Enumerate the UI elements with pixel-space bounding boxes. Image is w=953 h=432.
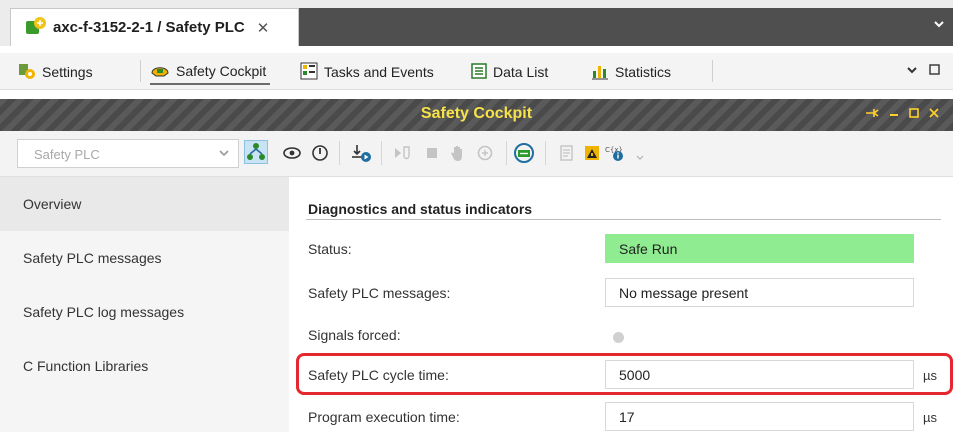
maximize-icon[interactable] (908, 107, 920, 122)
signals-forced-label: Signals forced: (308, 327, 401, 343)
tab-settings[interactable]: Settings (18, 59, 93, 85)
tab-data-list-label: Data List (493, 64, 549, 80)
execution-time-value: 17 (605, 402, 914, 431)
status-value: Safe Run (605, 234, 914, 263)
tab-overflow-bar (299, 8, 953, 46)
cockpit-header: Safety Cockpit (0, 99, 953, 131)
editor-tab[interactable]: axc-f-3152-2-1 / Safety PLC ✕ (10, 8, 299, 46)
tab-tasks-label: Tasks and Events (324, 64, 434, 80)
editor-tab-title: axc-f-3152-2-1 / Safety PLC (53, 19, 245, 36)
tab-statistics[interactable]: Statistics (591, 59, 671, 85)
power-icon[interactable] (308, 141, 332, 165)
cockpit-toolbar: Safety PLC C{x} (0, 131, 953, 177)
start-icon (391, 141, 415, 165)
cockpit-title: Safety Cockpit (420, 105, 533, 122)
safety-project-icon[interactable] (580, 141, 604, 165)
toolbar-divider (381, 141, 382, 165)
document-icon (555, 141, 579, 165)
tab-tasks-and-events[interactable]: Tasks and Events (300, 59, 434, 85)
cycle-time-unit: µs (923, 368, 937, 383)
section-title: Diagnostics and status indicators (308, 201, 533, 217)
close-icon[interactable] (928, 107, 940, 122)
diagnostics-panel: Diagnostics and status indicators Status… (289, 177, 953, 432)
nav-item-safety-plc-messages[interactable]: Safety PLC messages (0, 231, 289, 285)
tasks-icon (300, 62, 318, 83)
plc-device-icon (25, 16, 47, 39)
tab-divider (712, 60, 713, 82)
execution-time-label: Program execution time: (308, 409, 460, 425)
plc-selector[interactable]: Safety PLC (17, 139, 239, 168)
network-connect-icon[interactable] (244, 140, 268, 164)
hand-icon (446, 141, 470, 165)
sub-editor-tabs: Settings Safety Cockpit Tasks and Events (0, 53, 953, 90)
chevron-down-icon[interactable] (933, 16, 945, 32)
tab-statistics-label: Statistics (615, 64, 672, 80)
editor-tab-strip: axc-f-3152-2-1 / Safety PLC ✕ (0, 0, 953, 46)
settings-icon (18, 62, 36, 83)
toolbar-divider (506, 141, 507, 165)
cycle-time-value: 5000 (605, 360, 914, 389)
nav-item-safety-plc-log-messages[interactable]: Safety PLC log messages (0, 285, 289, 339)
plc-selector-value: Safety PLC (34, 147, 100, 162)
status-label: Status: (308, 241, 352, 257)
maximize-icon[interactable] (929, 63, 940, 78)
tab-safety-cockpit[interactable]: Safety Cockpit (150, 59, 271, 85)
tab-data-list[interactable]: Data List (471, 59, 548, 85)
messages-label: Safety PLC messages: (308, 285, 451, 301)
section-divider (306, 219, 941, 220)
close-icon[interactable]: ✕ (257, 19, 270, 37)
cycle-time-label: Safety PLC cycle time: (308, 367, 449, 383)
eye-icon[interactable] (280, 141, 304, 165)
statistics-icon (591, 62, 609, 83)
nav-item-overview[interactable]: Overview (0, 177, 289, 231)
tab-settings-label: Settings (42, 64, 93, 80)
chevron-down-icon (218, 146, 230, 161)
c-library-info-icon[interactable]: C{x} (604, 141, 628, 165)
chevron-down-icon[interactable] (906, 63, 918, 78)
execution-time-unit: µs (923, 410, 937, 425)
reset-icon (473, 141, 497, 165)
minimize-icon[interactable] (888, 107, 900, 122)
stop-icon (420, 141, 444, 165)
toolbar-overflow-icon[interactable] (628, 145, 652, 169)
toolbar-divider (339, 141, 340, 165)
nav-item-c-function-libraries[interactable]: C Function Libraries (0, 339, 289, 393)
data-list-icon (471, 62, 487, 82)
cockpit-navigation: Overview Safety PLC messages Safety PLC … (0, 177, 289, 432)
signals-forced-indicator (613, 332, 624, 343)
tab-safety-cockpit-label: Safety Cockpit (176, 63, 267, 79)
download-run-icon[interactable] (349, 141, 373, 165)
toolbar-divider (545, 141, 546, 165)
pin-icon[interactable] (865, 107, 879, 122)
safety-cockpit-icon (150, 61, 170, 82)
messages-value: No message present (605, 278, 914, 307)
online-monitor-icon[interactable] (512, 141, 536, 165)
tab-divider (140, 60, 141, 82)
